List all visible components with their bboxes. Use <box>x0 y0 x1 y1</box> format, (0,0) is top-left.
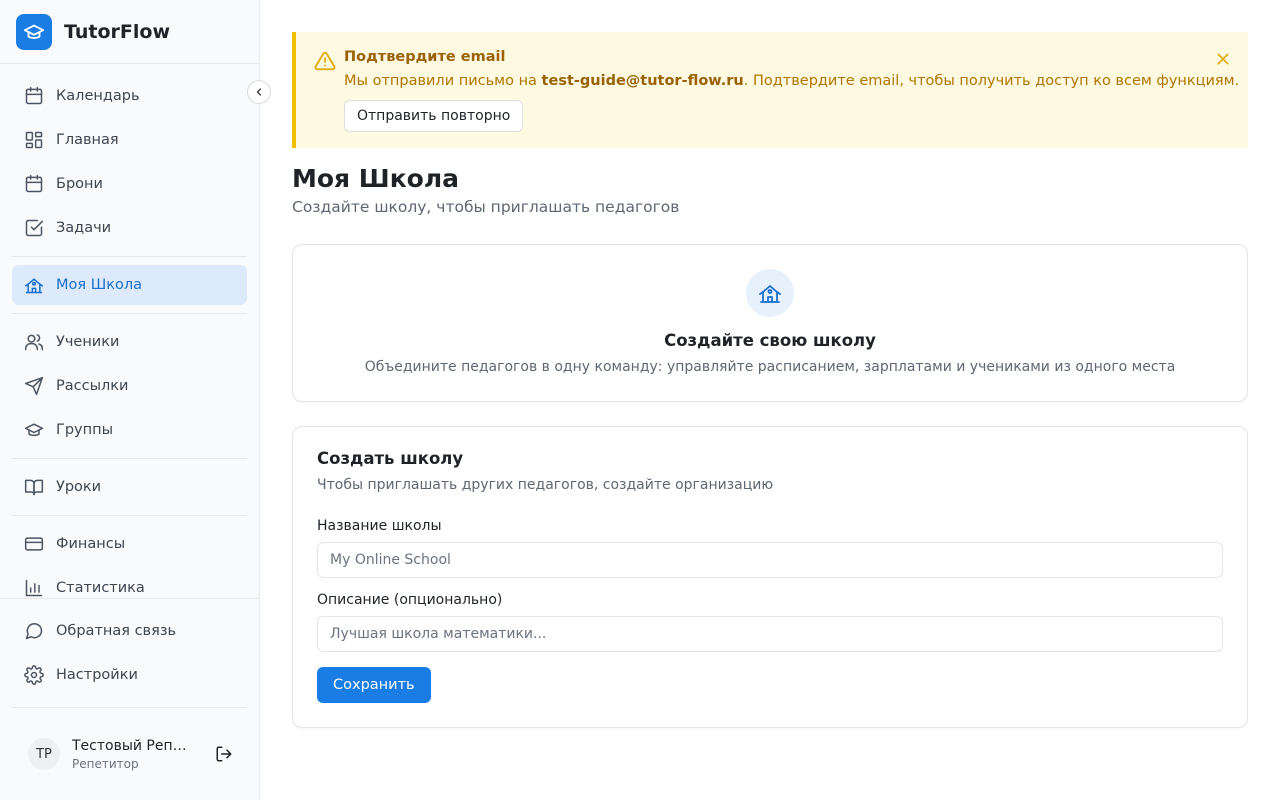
form-title: Создать школу <box>317 449 464 468</box>
message-icon <box>24 621 44 641</box>
graduation-cap-icon <box>24 420 44 440</box>
send-icon <box>24 376 44 396</box>
email-verification-alert: Подтвердите email Мы отправили письмо на… <box>292 32 1248 148</box>
calendar-icon <box>24 86 44 106</box>
warning-icon <box>314 50 336 72</box>
chevron-left-icon <box>256 88 262 96</box>
resend-email-button[interactable]: Отправить повторно <box>344 100 524 132</box>
divider <box>12 515 247 516</box>
user-role: Репетитор <box>72 756 139 771</box>
sidebar-item-students[interactable]: Ученики <box>12 322 247 362</box>
page-title: Моя Школа <box>292 164 460 193</box>
divider <box>0 598 259 599</box>
description-input[interactable] <box>317 616 1223 652</box>
divider <box>12 707 247 708</box>
divider <box>0 63 259 64</box>
book-icon <box>24 477 44 497</box>
sidebar: TutorFlow Календарь Главная Брони Задачи… <box>0 0 271 800</box>
hero-title: Создайте свою школу <box>664 331 876 350</box>
sidebar-item-mailings[interactable]: Рассылки <box>12 366 247 406</box>
sidebar-item-my-school[interactable]: Моя Школа <box>12 265 247 305</box>
create-school-hero-card: Создайте свою школу Объедините педагогов… <box>292 244 1248 402</box>
alert-title: Подтвердите email <box>344 49 506 65</box>
calendar-icon <box>24 174 44 194</box>
sidebar-item-feedback[interactable]: Обратная связь <box>12 611 247 651</box>
divider <box>12 256 247 257</box>
sidebar-item-groups[interactable]: Группы <box>12 410 247 450</box>
school-name-label: Название школы <box>317 518 442 534</box>
sidebar-item-bookings[interactable]: Брони <box>12 164 247 204</box>
create-school-form: Создать школу Чтобы приглашать других пе… <box>292 426 1248 728</box>
description-label: Описание (опционально) <box>317 592 503 608</box>
users-icon <box>24 332 44 352</box>
user-name: Тестовый Репетитор <box>72 737 192 754</box>
credit-card-icon <box>24 534 44 554</box>
graduation-cap-icon <box>16 14 52 50</box>
avatar: ТР <box>28 738 60 770</box>
sidebar-item-tasks[interactable]: Задачи <box>12 208 247 248</box>
checkbox-icon <box>24 218 44 238</box>
sidebar-item-home[interactable]: Главная <box>12 120 247 160</box>
sidebar-item-lessons[interactable]: Уроки <box>12 467 247 507</box>
school-name-input[interactable] <box>317 542 1223 578</box>
brand[interactable]: TutorFlow <box>16 14 170 50</box>
sidebar-item-finance[interactable]: Финансы <box>12 524 247 564</box>
app-name: TutorFlow <box>64 21 171 43</box>
sidebar-item-settings[interactable]: Настройки <box>12 655 247 695</box>
dashboard-icon <box>24 130 44 150</box>
collapse-sidebar-button[interactable] <box>247 80 271 104</box>
close-alert-button[interactable] <box>1212 48 1234 70</box>
logout-icon <box>216 746 232 762</box>
sidebar-item-calendar[interactable]: Календарь <box>12 76 247 116</box>
alert-text: Мы отправили письмо на test-guide@tutor-… <box>344 73 1240 89</box>
close-icon <box>1217 53 1229 65</box>
user-profile[interactable]: ТР Тестовый Репетитор Репетитор <box>28 736 248 772</box>
bar-chart-icon <box>24 578 44 598</box>
divider <box>12 458 247 459</box>
gear-icon <box>24 665 44 685</box>
save-button[interactable]: Сохранить <box>317 667 431 703</box>
sidebar-item-statistics[interactable]: Статистика <box>12 568 247 608</box>
divider <box>12 313 247 314</box>
form-subtitle: Чтобы приглашать других педагогов, созда… <box>317 477 774 493</box>
alert-email: test-guide@tutor-flow.ru <box>541 73 744 89</box>
page-subtitle: Создайте школу, чтобы приглашать педагог… <box>292 198 680 216</box>
school-icon <box>746 269 794 317</box>
logout-button[interactable] <box>214 744 234 764</box>
school-icon <box>24 275 44 295</box>
hero-text: Объедините педагогов в одну команду: упр… <box>364 359 1176 375</box>
